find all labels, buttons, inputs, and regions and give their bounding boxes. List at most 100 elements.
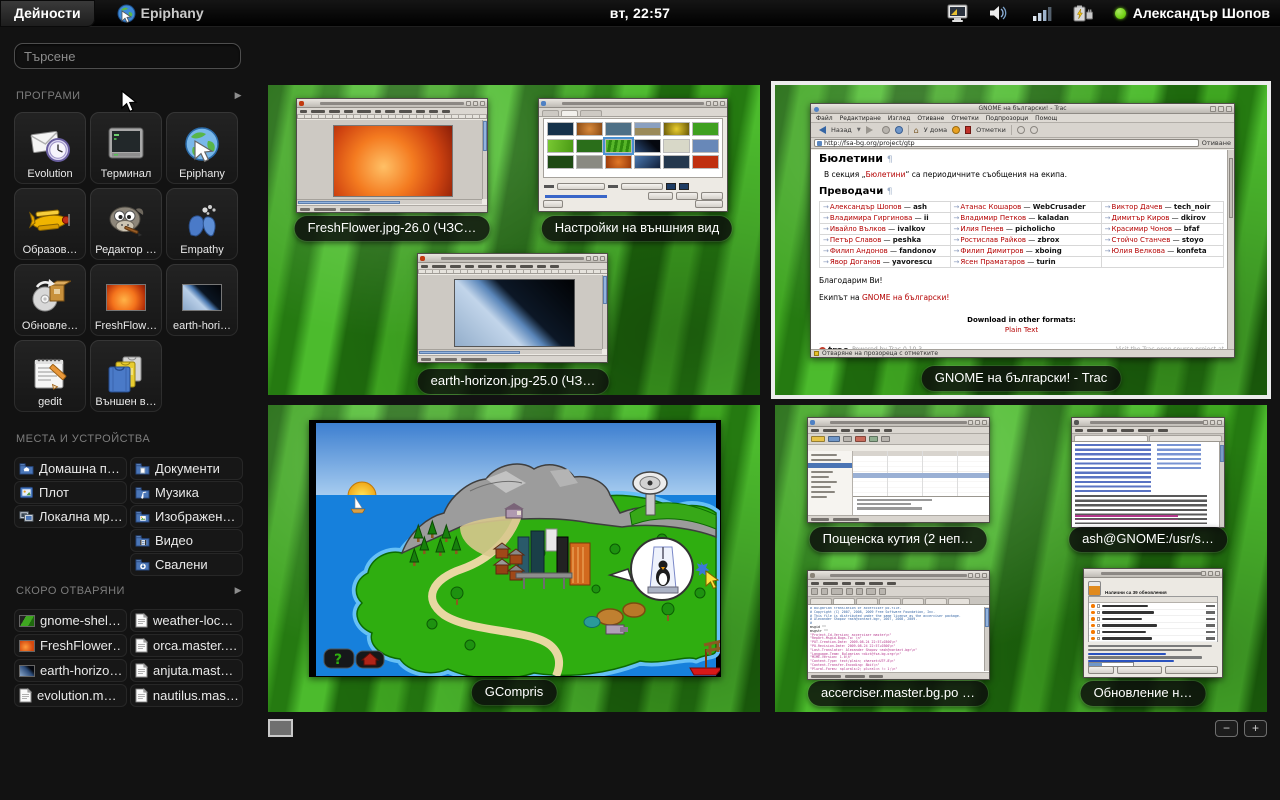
place-item-network[interactable]: Локална мр… — [14, 505, 127, 528]
app-tile-freshflower[interactable]: FreshFlow… — [90, 264, 162, 336]
window-gcompris[interactable]: ? — [309, 420, 721, 677]
app-tile-education[interactable]: Образов… — [14, 188, 86, 260]
volume-icon[interactable] — [989, 3, 1011, 23]
wallpaper-grid[interactable] — [543, 118, 723, 178]
app-tile-terminal[interactable]: Терминал — [90, 112, 162, 184]
back-icon[interactable] — [815, 126, 826, 134]
battery-icon[interactable] — [1073, 3, 1095, 23]
menu-tabs[interactable]: Подпрозорци — [986, 115, 1028, 122]
network-icon — [19, 510, 34, 523]
recent-item[interactable]: earth-horizo… — [14, 659, 127, 682]
window-evolution-mail[interactable] — [807, 417, 990, 523]
user-menu[interactable]: Александър Шопов — [1115, 5, 1270, 21]
window-appearance-preferences[interactable] — [538, 98, 728, 212]
search-input[interactable] — [14, 43, 241, 69]
gnome-shell-overview: Дейности Epiphany вт, 22:57 — [0, 0, 1280, 800]
home-label[interactable]: У дома — [924, 126, 947, 134]
recent-item[interactable]: nautilus.mas… — [130, 684, 243, 707]
workspace-4[interactable]: Пощенска кутия (2 неп… ash@GNOME:/usr/s…… — [775, 405, 1267, 712]
window-update-manager[interactable]: Налични са 39 обновления Software update… — [1083, 568, 1223, 678]
update-list[interactable] — [1088, 596, 1218, 642]
forward-icon[interactable] — [866, 126, 877, 134]
window-gimp-freshflower[interactable] — [296, 98, 488, 213]
help-button[interactable] — [543, 200, 563, 208]
add-workspace-button[interactable]: + — [1244, 720, 1267, 737]
browser-window-title: GNOME на български! - Trac — [978, 105, 1066, 112]
window-label: GCompris — [472, 680, 557, 705]
app-tile-appearance[interactable]: Външен в… — [90, 340, 162, 412]
place-item-music[interactable]: Музика — [130, 481, 243, 504]
app-tile-software-update[interactable]: Обновле… — [14, 264, 86, 336]
recent-item[interactable]: orca.master.… — [130, 634, 243, 657]
recent-expand-icon[interactable]: ▶ — [235, 585, 242, 597]
window-gimp-earth[interactable] — [417, 253, 608, 363]
install-button[interactable] — [1165, 666, 1218, 674]
app-tile-earth-horizon[interactable]: earth-hori… — [166, 264, 238, 336]
bookmarks-label[interactable]: Отметки — [976, 126, 1006, 134]
zoom-in-icon[interactable] — [1017, 126, 1025, 134]
update-manager-icon — [1088, 581, 1101, 596]
recent-item[interactable]: gnome-shel… — [14, 609, 127, 632]
display-settings-icon[interactable] — [947, 3, 969, 23]
menu-view[interactable]: Изглед — [888, 115, 911, 122]
network-signal-icon[interactable] — [1031, 3, 1053, 23]
changes-button[interactable] — [1117, 666, 1162, 674]
url-input[interactable]: http://fsa-bg.org/project/gtp — [814, 139, 1199, 147]
menu-help[interactable]: Помощ — [1035, 115, 1057, 122]
recent-item[interactable]: FreshFlower… — [14, 634, 127, 657]
place-item-pictures[interactable]: Изображен… — [130, 505, 243, 528]
recent-item[interactable]: anjuta.mast… — [130, 659, 243, 682]
home-icon[interactable]: ⌂ — [914, 126, 919, 135]
gcompris-plane-icon — [28, 198, 72, 244]
menu-bookmarks[interactable]: Отметки — [951, 115, 978, 122]
app-tile-empathy[interactable]: Empathy — [166, 188, 238, 260]
workspace-1[interactable]: FreshFlower.jpg-26.0 (ЧЗС… Настройки на … — [268, 85, 760, 395]
help-button[interactable] — [1088, 666, 1114, 674]
plain-text-link[interactable]: Plain Text — [1005, 326, 1038, 334]
close-button[interactable] — [695, 200, 723, 208]
app-tile-gedit[interactable]: gedit — [14, 340, 86, 412]
gnome-bg-link[interactable]: GNOME на български! — [862, 293, 949, 302]
workspace-2-active[interactable]: GNOME на български! - Trac Файл Редактир… — [775, 85, 1267, 395]
app-tile-epiphany[interactable]: Epiphany — [166, 112, 238, 184]
update-heading: Налични са 39 обновления — [1105, 590, 1167, 595]
programs-expand-icon[interactable]: ▶ — [235, 90, 242, 102]
history-icon[interactable] — [952, 126, 960, 134]
menu-go[interactable]: Отиване — [917, 115, 944, 122]
recent-item[interactable]: evolution.m… — [14, 684, 127, 707]
app-menu[interactable]: Epiphany — [117, 4, 204, 23]
app-tile-gimp[interactable]: Редактор … — [90, 188, 162, 260]
appearance-link[interactable] — [545, 195, 607, 198]
window-epiphany-trac[interactable]: GNOME на български! - Trac Файл Редактир… — [810, 103, 1235, 358]
browser-scrollbar[interactable] — [1227, 150, 1234, 349]
reload-icon[interactable] — [895, 126, 903, 134]
remove-workspace-button[interactable]: − — [1215, 720, 1238, 737]
bulletins-link[interactable]: Бюлетини — [866, 170, 906, 179]
place-label: Плот — [39, 485, 69, 500]
app-tile-evolution[interactable]: Evolution — [14, 112, 86, 184]
menu-file[interactable]: Файл — [816, 115, 833, 122]
places-column-left: Домашна п… Плот Локална мр… — [14, 457, 127, 528]
back-label[interactable]: Назад — [831, 126, 852, 134]
place-item-desktop[interactable]: Плот — [14, 481, 127, 504]
stop-icon[interactable] — [882, 126, 890, 134]
place-item-home[interactable]: Домашна п… — [14, 457, 127, 480]
bookmark-icon[interactable] — [965, 126, 971, 134]
menu-edit[interactable]: Редактиране — [840, 115, 881, 122]
place-item-downloads[interactable]: Свалени — [130, 553, 243, 576]
workspace-3[interactable]: ? GCompris — [268, 405, 760, 712]
recent-column-left: gnome-shel… FreshFlower… earth-horizo… e… — [14, 609, 127, 707]
downloads-folder-icon — [135, 558, 150, 571]
activities-button[interactable]: Дейности — [0, 0, 95, 27]
recent-item[interactable]: weather-loc… — [130, 609, 243, 632]
place-item-documents[interactable]: Документи — [130, 457, 243, 480]
window-terminal[interactable] — [1071, 417, 1225, 528]
app-label: Epiphany — [179, 168, 225, 180]
clock[interactable]: вт, 22:57 — [610, 5, 671, 21]
window-gedit[interactable]: # Bulgarian translation of accerciser po… — [807, 570, 990, 680]
go-button[interactable]: Отиване — [1202, 139, 1231, 147]
download-heading: Download in other formats: — [819, 316, 1224, 324]
zoom-out-icon[interactable] — [1030, 126, 1038, 134]
workspace-indicator[interactable] — [268, 719, 293, 737]
place-item-videos[interactable]: Видео — [130, 529, 243, 552]
